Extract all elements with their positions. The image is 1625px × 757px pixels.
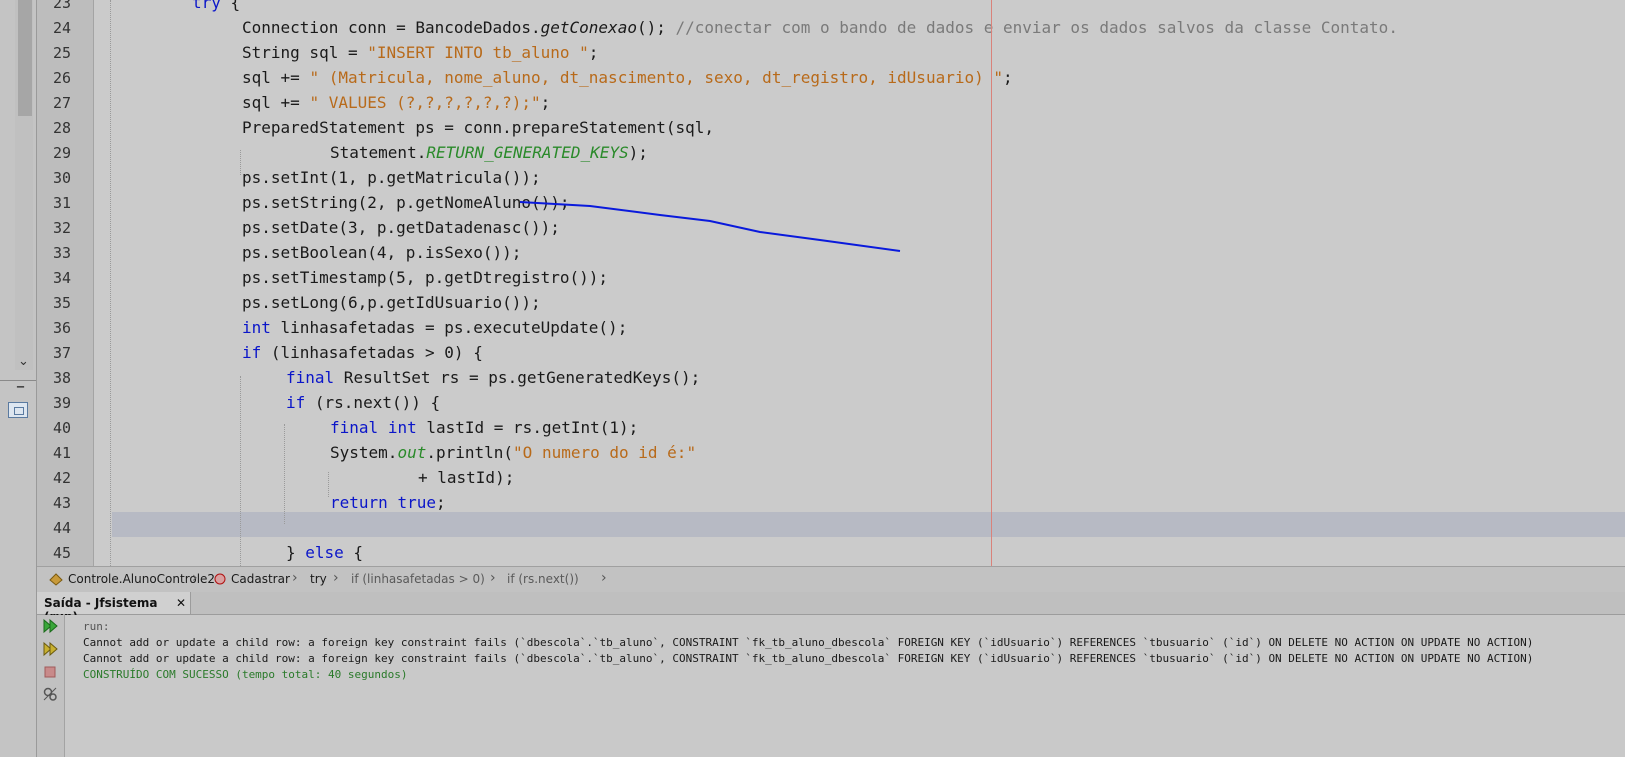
- output-line: Cannot add or update a child row: a fore…: [83, 636, 1534, 649]
- breadcrumb-method[interactable]: Cadastrar: [231, 572, 290, 586]
- close-icon[interactable]: ✕: [176, 596, 186, 610]
- chevron-right-icon: ›: [192, 570, 198, 586]
- rerun-icon[interactable]: [42, 641, 58, 657]
- output-tabbar: Saída - Jfsistema (run) ✕: [37, 592, 1625, 624]
- chevron-right-icon: ›: [601, 570, 607, 586]
- output-line: CONSTRUÍDO COM SUCESSO (tempo total: 40 …: [83, 668, 408, 681]
- output-line: run:: [83, 620, 110, 633]
- chevron-right-icon: ›: [490, 570, 496, 586]
- breadcrumb-try[interactable]: try: [310, 572, 327, 586]
- stop-icon[interactable]: [42, 664, 58, 680]
- tab-output[interactable]: Saída - Jfsistema (run) ✕: [37, 592, 191, 624]
- annotation-stroke: [519, 201, 901, 252]
- breadcrumb: Controle.AlunoControle2 › Cadastrar › tr…: [37, 566, 1625, 593]
- run-icon[interactable]: [42, 618, 58, 634]
- settings-icon[interactable]: [42, 686, 58, 702]
- class-icon: [49, 572, 65, 589]
- chevron-right-icon: ›: [333, 570, 339, 586]
- chevron-right-icon: ›: [292, 570, 298, 586]
- output-line: Cannot add or update a child row: a fore…: [83, 652, 1534, 665]
- breadcrumb-if1[interactable]: if (linhasafetadas > 0): [351, 572, 485, 586]
- breadcrumb-if2[interactable]: if (rs.next()): [507, 572, 579, 586]
- method-icon: [213, 572, 227, 589]
